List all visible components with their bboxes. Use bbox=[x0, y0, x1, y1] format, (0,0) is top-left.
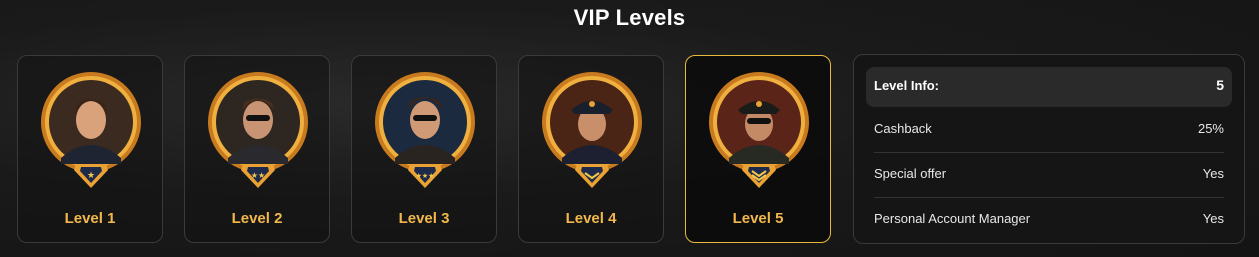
level-5-label: Level 5 bbox=[732, 210, 784, 227]
level-2-avatar: ★★ bbox=[203, 70, 313, 190]
level-1-label: Level 1 bbox=[64, 210, 116, 227]
level-info-header-label: Level Info: bbox=[874, 78, 940, 93]
info-row-label: Special offer bbox=[874, 166, 947, 181]
level-info-header: Level Info: 5 bbox=[866, 67, 1232, 107]
info-row-label: Personal Account Manager bbox=[874, 211, 1031, 226]
level-5-avatar bbox=[704, 70, 814, 190]
level-card-1[interactable]: ★ Level 1 bbox=[17, 55, 163, 243]
level-card-5[interactable]: Level 5 bbox=[685, 55, 831, 243]
level-3-avatar: ★★★ bbox=[370, 70, 480, 190]
level-3-label: Level 3 bbox=[398, 210, 450, 227]
level-card-2[interactable]: ★★ Level 2 bbox=[184, 55, 330, 243]
level-4-label: Level 4 bbox=[565, 210, 617, 227]
level-info-header-value: 5 bbox=[1216, 77, 1224, 93]
level-info-panel: Level Info: 5 Cashback 25% Special offer… bbox=[853, 54, 1245, 244]
info-row-value: Yes bbox=[1202, 211, 1224, 226]
page-title: VIP Levels bbox=[573, 5, 686, 30]
svg-text:★: ★ bbox=[87, 171, 95, 181]
info-row-cashback: Cashback 25% bbox=[866, 107, 1224, 151]
level-2-label: Level 2 bbox=[231, 210, 283, 227]
svg-text:★★: ★★ bbox=[251, 171, 265, 180]
info-row-label: Cashback bbox=[874, 121, 932, 136]
svg-text:★★★: ★★★ bbox=[416, 172, 435, 180]
level-card-3[interactable]: ★★★ Level 3 bbox=[351, 55, 497, 243]
info-row-value: Yes bbox=[1202, 166, 1224, 181]
info-row-value: 25% bbox=[1197, 121, 1224, 136]
level-1-avatar: ★ bbox=[36, 70, 146, 190]
level-4-avatar bbox=[537, 70, 647, 190]
info-row-special-offer: Special offer Yes bbox=[866, 152, 1224, 196]
info-row-account-manager: Personal Account Manager Yes bbox=[866, 197, 1224, 241]
level-card-4[interactable]: Level 4 bbox=[518, 55, 664, 243]
